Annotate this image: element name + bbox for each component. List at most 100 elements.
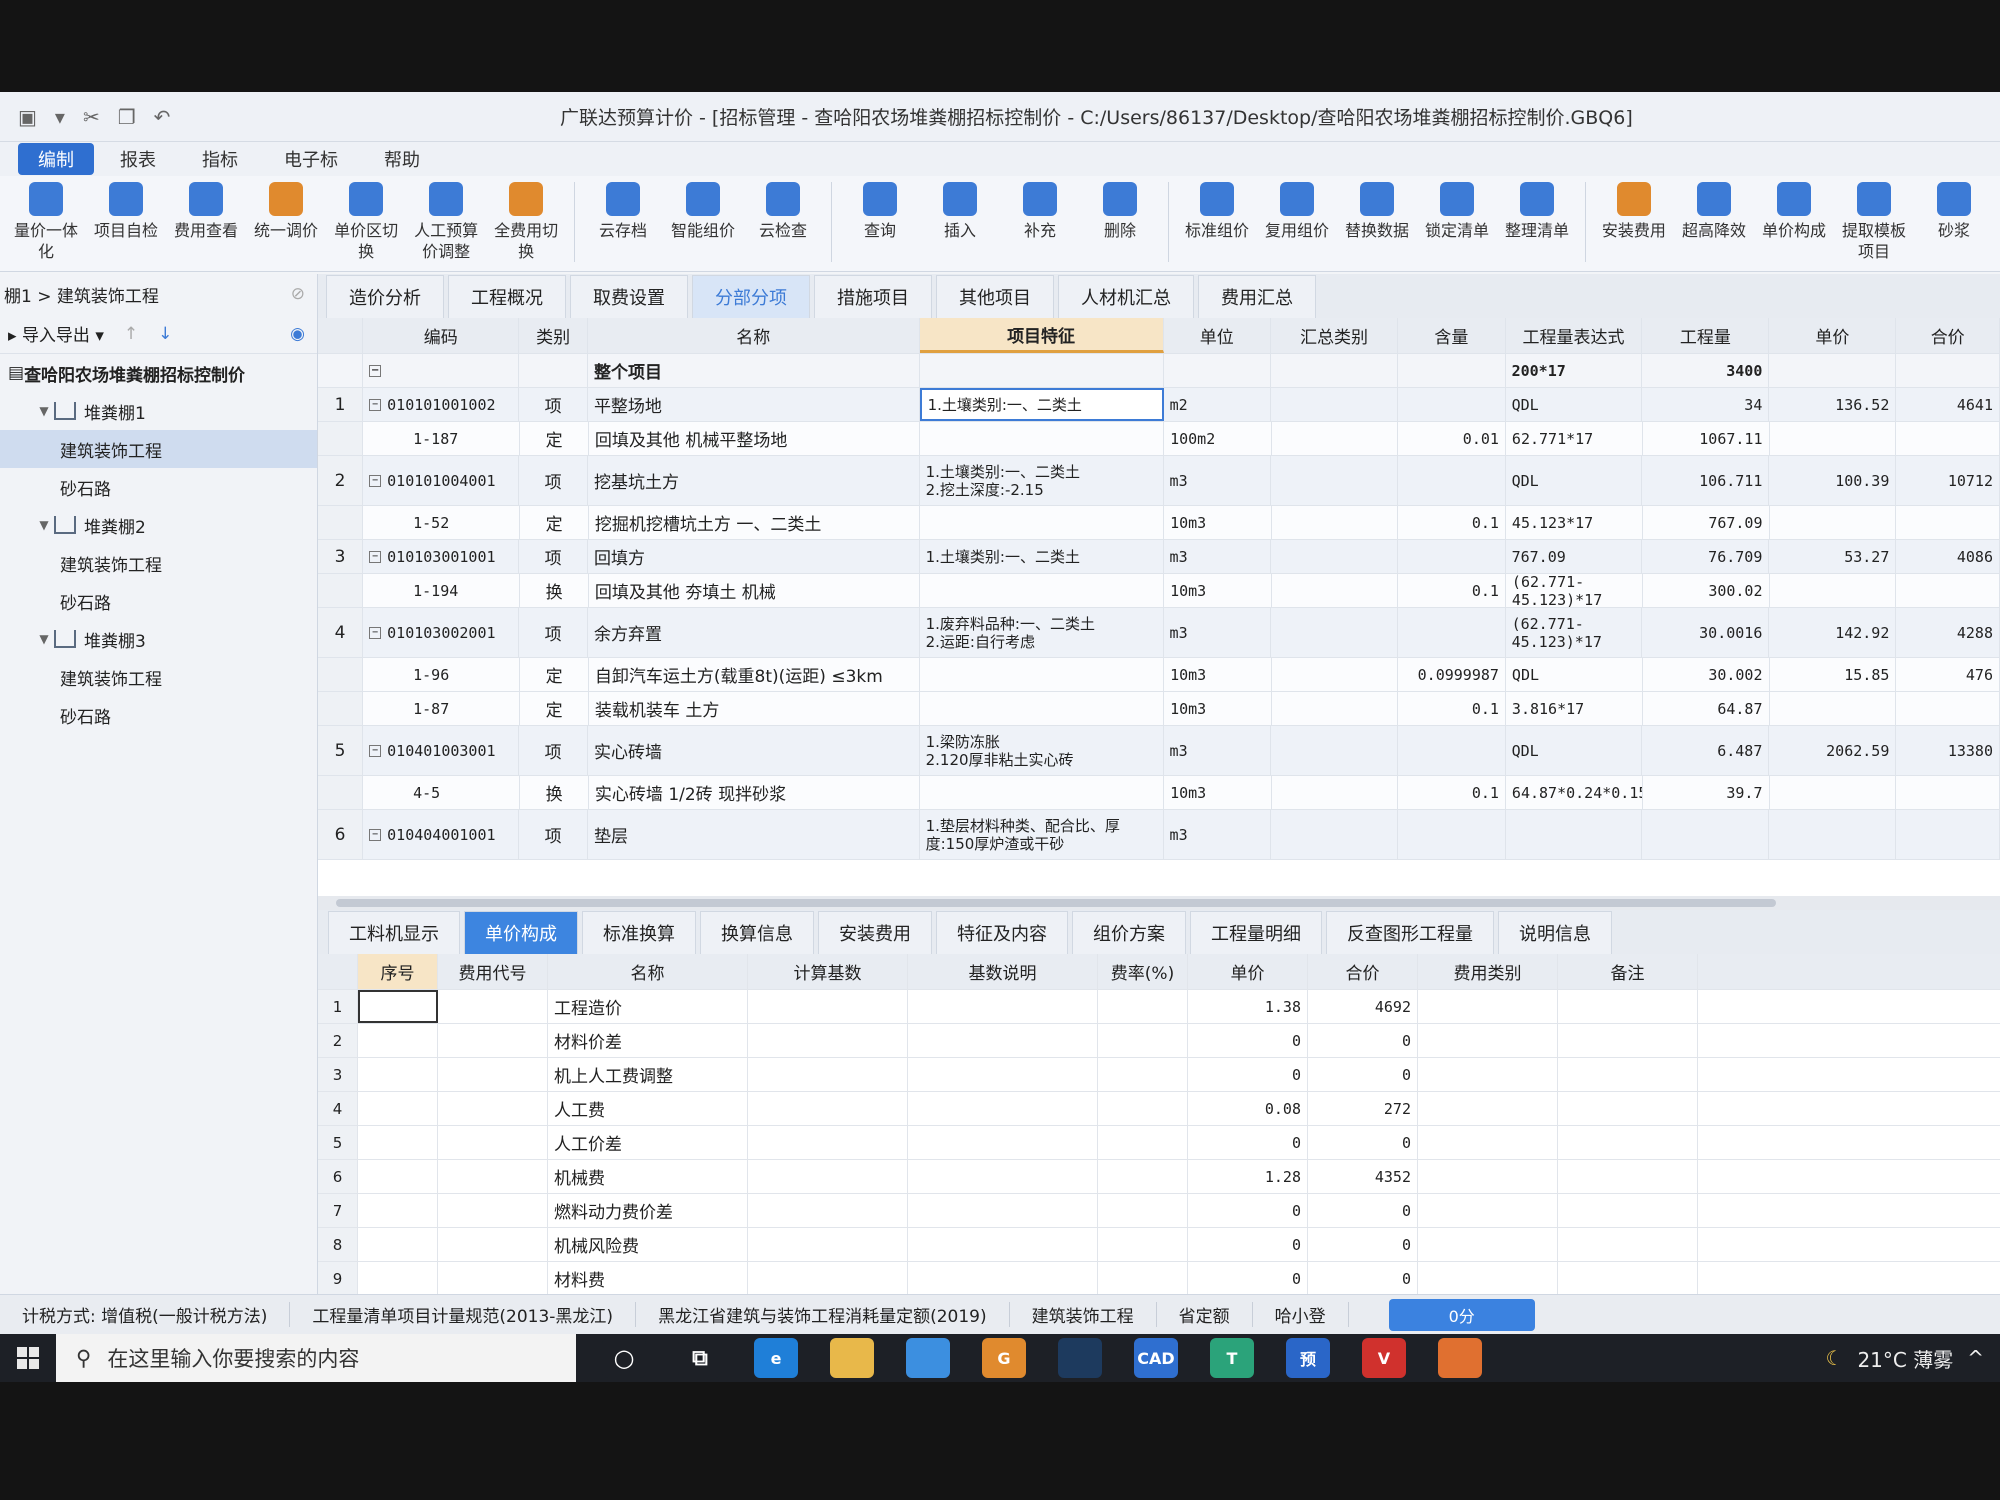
column-header[interactable] <box>318 954 358 989</box>
glodon-budget-icon[interactable]: 预 <box>1286 1338 1330 1378</box>
grid-cell[interactable] <box>1558 1160 1698 1193</box>
column-header[interactable]: 名称 <box>588 318 920 353</box>
menu-item[interactable]: 报表 <box>100 143 176 175</box>
store-icon[interactable] <box>906 1338 950 1378</box>
grid-cell[interactable] <box>358 1228 438 1261</box>
grid-cell[interactable] <box>920 692 1165 725</box>
ribbon-button[interactable]: 锁定清单 <box>1419 182 1495 241</box>
grid-cell[interactable]: 人工价差 <box>548 1126 748 1159</box>
cut-icon[interactable]: ✂ <box>83 105 100 129</box>
grid-cell[interactable] <box>358 1194 438 1227</box>
column-header[interactable]: 备注 <box>1558 954 1698 989</box>
copy-icon[interactable]: ❐ <box>118 105 136 129</box>
quota-row[interactable]: 1-96 定自卸汽车运土方(载重8t)(运距) ≤3km 10m3 0.0999987… <box>318 658 2000 692</box>
quota-row[interactable]: 1-52 定挖掘机挖槽坑土方 一、二类土 10m3 0.1 45.123*17 767.0… <box>318 506 2000 540</box>
tab-4[interactable]: 措施项目 <box>814 275 932 318</box>
tab-5[interactable]: 其他项目 <box>936 275 1054 318</box>
unit-price-row[interactable]: 1 工程造价 1.38 4692 <box>318 990 2000 1024</box>
column-header[interactable] <box>318 318 364 353</box>
feature-cell[interactable]: 1.梁防冻胀 2.120厚非粘土实心砖 <box>920 726 1164 775</box>
ribbon-button[interactable]: 整理清单 <box>1499 182 1575 241</box>
grid-cell[interactable] <box>1418 1228 1558 1261</box>
bill-item-row[interactable]: 3−010103001001 项回填方 1.土壤类别:一、二类土 m3 767.09 76… <box>318 540 2000 574</box>
bottom-tab-7[interactable]: 工程量明细 <box>1190 911 1322 954</box>
feature-cell[interactable]: 1.废弃料品种:一、二类土 2.运距:自行考虑 <box>920 608 1164 657</box>
grid-cell[interactable]: 燃料动力费价差 <box>548 1194 748 1227</box>
save-icon[interactable]: ▣ <box>18 105 37 129</box>
bottom-tab-2[interactable]: 标准换算 <box>582 911 696 954</box>
ribbon-button[interactable]: 云存档 <box>585 182 661 241</box>
column-header[interactable]: 序号 <box>358 954 438 989</box>
feature-cell[interactable]: 1.土壤类别:一、二类土 <box>920 540 1164 573</box>
dropdown-icon[interactable]: ▾ <box>55 105 65 129</box>
grid-cell[interactable] <box>748 1194 908 1227</box>
grid-cell[interactable] <box>1558 1194 1698 1227</box>
unit-price-row[interactable]: 9 材料费 0 0 <box>318 1262 2000 1296</box>
tab-6[interactable]: 人材机汇总 <box>1058 275 1194 318</box>
grid-cell[interactable] <box>1558 1262 1698 1295</box>
collapse-icon[interactable]: ⊘ <box>291 284 305 304</box>
grid-cell[interactable] <box>438 1228 548 1261</box>
menu-item[interactable]: 编制 <box>18 143 94 175</box>
grid-cell[interactable] <box>908 990 1098 1023</box>
quota-row[interactable]: 1-87 定装载机装车 土方 10m3 0.1 3.816*17 64.87 <box>318 692 2000 726</box>
bill-item-row[interactable]: 5−010401003001 项实心砖墙 1.梁防冻胀 2.120厚非粘土实心砖 m3 Q… <box>318 726 2000 776</box>
grid-cell[interactable]: 材料价差 <box>548 1024 748 1057</box>
ribbon-button[interactable]: 插入 <box>922 182 998 241</box>
ribbon-button[interactable]: 替换数据 <box>1339 182 1415 241</box>
grid-cell[interactable] <box>1418 1058 1558 1091</box>
grid-cell[interactable] <box>748 990 908 1023</box>
grid-cell[interactable]: 机械风险费 <box>548 1228 748 1261</box>
ribbon-button[interactable]: 安装费用 <box>1596 182 1672 241</box>
unit-price-row[interactable]: 8 机械风险费 0 0 <box>318 1228 2000 1262</box>
grid-cell[interactable] <box>358 1126 438 1159</box>
grid-cell[interactable]: 0 <box>1188 1262 1308 1295</box>
expand-arrow-icon[interactable]: ▼ <box>34 632 54 646</box>
grid-cell[interactable] <box>1558 1126 1698 1159</box>
tab-0[interactable]: 造价分析 <box>326 275 444 318</box>
tree-node[interactable]: ▼ 堆粪棚1 <box>0 392 317 430</box>
cad-icon[interactable]: CAD <box>1134 1338 1178 1378</box>
unit-price-row[interactable]: 2 材料价差 0 0 <box>318 1024 2000 1058</box>
ribbon-button[interactable]: 智能组价 <box>665 182 741 241</box>
grid-cell[interactable] <box>1098 1024 1188 1057</box>
bottom-tab-4[interactable]: 安装费用 <box>818 911 932 954</box>
quota-row[interactable]: 1-187 定回填及其他 机械平整场地 100m2 0.01 62.771*17 1067… <box>318 422 2000 456</box>
grid-cell[interactable] <box>1418 1126 1558 1159</box>
column-header[interactable]: 基数说明 <box>908 954 1098 989</box>
grid-cell[interactable] <box>438 1058 548 1091</box>
grid-cell[interactable] <box>438 1024 548 1057</box>
column-header[interactable]: 费率(%) <box>1098 954 1188 989</box>
ribbon-button[interactable]: 全费用切换 <box>488 182 564 262</box>
ribbon-button[interactable]: 单价区切换 <box>328 182 404 262</box>
grid-cell[interactable] <box>438 1194 548 1227</box>
column-header[interactable]: 计算基数 <box>748 954 908 989</box>
grid-cell[interactable] <box>1418 1262 1558 1295</box>
column-header[interactable]: 类别 <box>519 318 588 353</box>
grid-cell[interactable] <box>748 1262 908 1295</box>
grid-cell[interactable] <box>920 574 1165 607</box>
grid-cell[interactable] <box>908 1126 1098 1159</box>
task-view-icon[interactable]: ○ <box>602 1338 646 1378</box>
grid-cell[interactable] <box>1558 1228 1698 1261</box>
ribbon-button[interactable]: 标准组价 <box>1179 182 1255 241</box>
grid-cell[interactable] <box>1418 990 1558 1023</box>
collapse-box-icon[interactable]: − <box>369 550 382 563</box>
tree-node[interactable]: 砂石路 <box>0 582 317 620</box>
column-header[interactable]: 合价 <box>1896 318 2000 353</box>
grid-cell[interactable]: 272 <box>1308 1092 1418 1125</box>
unit-price-row[interactable]: 6 机械费 1.28 4352 <box>318 1160 2000 1194</box>
grid-cell[interactable]: 0 <box>1308 1058 1418 1091</box>
grid-cell[interactable]: 工程造价 <box>548 990 748 1023</box>
whole-project-row[interactable]: − 整个项目 200*17 3400 <box>318 354 2000 388</box>
column-header[interactable]: 名称 <box>548 954 748 989</box>
grid-cell[interactable] <box>438 1160 548 1193</box>
grid-cell[interactable] <box>748 1058 908 1091</box>
column-header[interactable]: 费用代号 <box>438 954 548 989</box>
column-header[interactable]: 含量 <box>1398 318 1506 353</box>
column-header[interactable]: 汇总类别 <box>1271 318 1399 353</box>
ribbon-button[interactable]: 云检查 <box>745 182 821 241</box>
bill-item-row[interactable]: 6−010404001001 项垫层 1.垫层材料种类、配合比、厚度:150厚炉渣或… <box>318 810 2000 860</box>
grid-cell[interactable] <box>358 1092 438 1125</box>
grid-cell[interactable] <box>358 1024 438 1057</box>
